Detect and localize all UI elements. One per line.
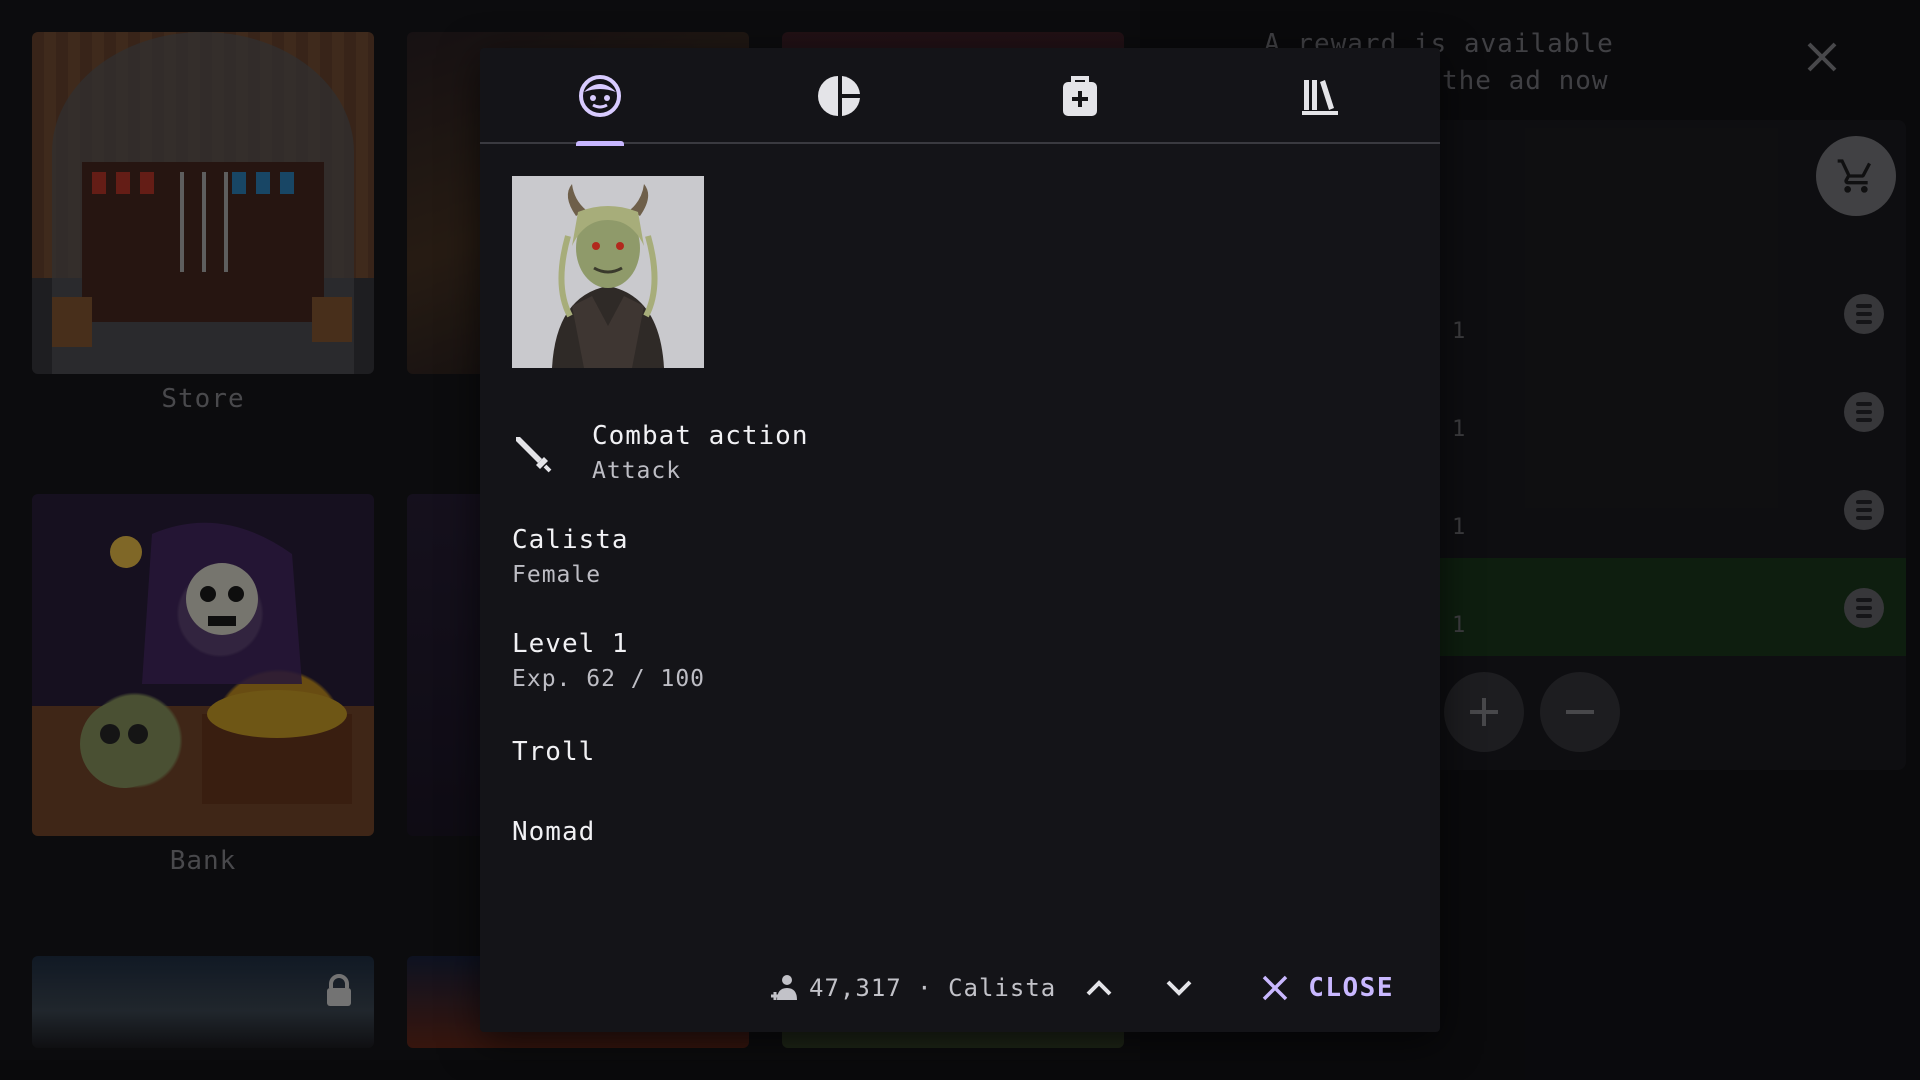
close-button[interactable]: CLOSE [1262, 973, 1394, 1003]
dialog-tabs [480, 48, 1440, 146]
combat-action-row[interactable]: Combat action Attack [512, 418, 809, 488]
character-summary-text: 47,317 · Calista [809, 974, 1057, 1002]
close-button-label: CLOSE [1308, 973, 1394, 1003]
character-class: Nomad [512, 817, 596, 847]
character-race: Troll [512, 737, 596, 767]
character-class-row: Nomad [512, 814, 595, 850]
chevron-down-icon [1166, 980, 1192, 996]
tab-character[interactable] [480, 48, 720, 146]
tab-stats[interactable] [720, 48, 960, 144]
character-level: Level 1 [512, 629, 629, 659]
combat-action-label: Combat action [592, 421, 809, 451]
next-character-button[interactable] [1152, 961, 1206, 1015]
pie-chart-icon [818, 76, 860, 116]
character-exp: Exp. 62 / 100 [512, 666, 706, 692]
combat-action-value: Attack [592, 458, 682, 484]
character-dialog: Combat action Attack Calista Female Leve… [480, 48, 1440, 1032]
character-level-row: Level 1 Exp. 62 / 100 [512, 626, 705, 696]
character-portrait [512, 176, 704, 368]
character-name-row: Calista Female [512, 522, 629, 592]
character-gender: Female [512, 562, 602, 588]
close-icon [1262, 975, 1288, 1001]
tab-inventory[interactable] [960, 48, 1200, 144]
tab-library[interactable] [1200, 48, 1440, 144]
dialog-footer: 47,317 · Calista CLOSE [480, 944, 1440, 1032]
chevron-up-icon [1086, 980, 1112, 996]
previous-character-button[interactable] [1072, 961, 1126, 1015]
sword-icon [516, 437, 552, 473]
character-race-row: Troll [512, 734, 595, 770]
character-summary: 47,317 · Calista [769, 974, 1056, 1002]
face-icon [579, 75, 621, 117]
books-icon [1302, 80, 1338, 115]
character-name: Calista [512, 525, 629, 555]
people-icon [771, 975, 798, 1000]
medical-bag-icon [1063, 76, 1097, 116]
